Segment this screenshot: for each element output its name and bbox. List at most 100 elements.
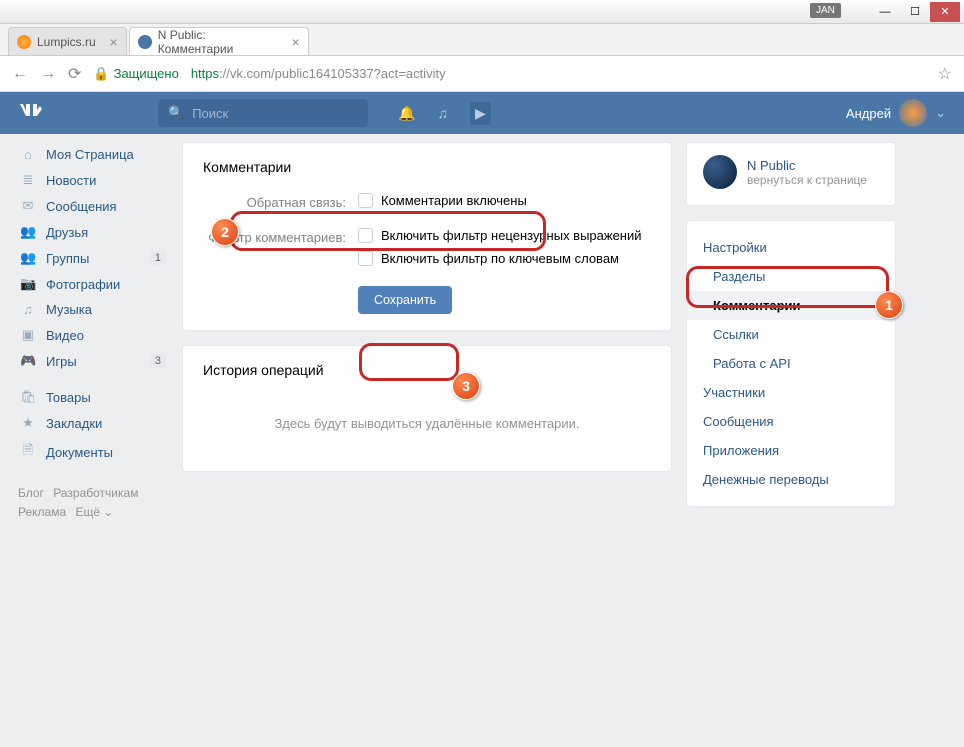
- nav-my-page[interactable]: ⌂Моя Страница: [18, 142, 168, 167]
- footer-ads[interactable]: Реклама: [18, 505, 66, 519]
- community-card: N Public вернуться к странице: [686, 142, 896, 206]
- tab-title: Lumpics.ru: [37, 35, 96, 49]
- bookmark-nav-icon: ★: [20, 415, 36, 431]
- menu-members[interactable]: Участники: [687, 378, 895, 407]
- lang-badge: JAN: [810, 3, 841, 18]
- keyword-filter-checkbox[interactable]: Включить фильтр по ключевым словам: [358, 251, 651, 266]
- menu-settings[interactable]: Настройки: [687, 233, 895, 262]
- music-icon[interactable]: ♫: [437, 105, 448, 121]
- feedback-label: Обратная связь:: [203, 193, 358, 210]
- badge: 1: [150, 251, 166, 265]
- checkbox-label: Комментарии включены: [381, 193, 527, 208]
- reload-button[interactable]: ⟳: [68, 64, 81, 84]
- card-title: Комментарии: [203, 159, 651, 175]
- window-titlebar: JAN — ☐ ✕: [0, 0, 964, 24]
- main-content: Комментарии Обратная связь: Комментарии …: [182, 142, 672, 522]
- filter-row: Фильтр комментариев: Включить фильтр нец…: [203, 228, 651, 274]
- maximize-button[interactable]: ☐: [900, 2, 930, 22]
- comments-settings-card: Комментарии Обратная связь: Комментарии …: [182, 142, 672, 331]
- home-icon: ⌂: [20, 147, 36, 162]
- back-button[interactable]: ←: [12, 65, 28, 83]
- community-sublink: вернуться к странице: [747, 173, 867, 187]
- header-icons: 🔔 ♫ ▶: [398, 102, 491, 125]
- video-icon: ▣: [20, 327, 36, 343]
- nav-news[interactable]: ≣Новости: [18, 167, 168, 193]
- save-button[interactable]: Сохранить: [358, 286, 452, 314]
- badge: 3: [150, 354, 166, 368]
- secure-label: Защищено: [114, 66, 179, 81]
- checkbox-label: Включить фильтр нецензурных выражений: [381, 228, 642, 243]
- avatar: [899, 99, 927, 127]
- bookmark-icon[interactable]: ☆: [938, 64, 952, 84]
- market-icon: 🛍: [20, 389, 36, 405]
- footer-blog[interactable]: Блог: [18, 486, 44, 500]
- chevron-down-icon: ⌄: [935, 105, 946, 121]
- browser-tab-vk[interactable]: N Public: Комментарии ×: [129, 27, 309, 55]
- menu-transfers[interactable]: Денежные переводы: [687, 465, 895, 494]
- favicon-icon: [138, 35, 152, 49]
- address-bar: ← → ⟳ 🔒 Защищено https://vk.com/public16…: [0, 56, 964, 92]
- search-placeholder: Поиск: [192, 106, 228, 121]
- play-icon[interactable]: ▶: [470, 102, 491, 125]
- comments-enabled-checkbox[interactable]: Комментарии включены: [358, 193, 651, 208]
- community-avatar: [703, 155, 737, 189]
- groups-icon: 👥: [20, 250, 36, 266]
- nav-documents[interactable]: 🗎Документы: [18, 436, 168, 468]
- filter-label: Фильтр комментариев:: [203, 228, 358, 245]
- menu-sections[interactable]: Разделы: [687, 262, 895, 291]
- tab-title: N Public: Комментарии: [158, 28, 278, 56]
- checkbox-label: Включить фильтр по ключевым словам: [381, 251, 619, 266]
- community-name: N Public: [747, 158, 867, 173]
- search-icon: 🔍: [168, 105, 184, 121]
- nav-video[interactable]: ▣Видео: [18, 322, 168, 348]
- nav-photos[interactable]: 📷Фотографии: [18, 271, 168, 297]
- news-icon: ≣: [20, 172, 36, 188]
- checkbox-icon: [358, 228, 373, 243]
- messages-icon: ✉: [20, 198, 36, 214]
- nav-market[interactable]: 🛍Товары: [18, 384, 168, 410]
- menu-links[interactable]: Ссылки: [687, 320, 895, 349]
- profanity-filter-checkbox[interactable]: Включить фильтр нецензурных выражений: [358, 228, 651, 243]
- vk-logo[interactable]: [18, 102, 158, 125]
- nav-messages[interactable]: ✉Сообщения: [18, 193, 168, 219]
- secure-indicator[interactable]: 🔒 Защищено: [93, 66, 178, 82]
- empty-state-text: Здесь будут выводиться удалённые коммент…: [203, 396, 651, 455]
- menu-apps[interactable]: Приложения: [687, 436, 895, 465]
- footer-more[interactable]: Ещё ⌄: [75, 505, 113, 519]
- user-menu[interactable]: Андрей ⌄: [846, 99, 946, 127]
- tab-bar: Lumpics.ru × N Public: Комментарии ×: [0, 24, 964, 56]
- url-display[interactable]: https://vk.com/public164105337?act=activ…: [191, 66, 446, 81]
- nav-music[interactable]: ♫Музыка: [18, 297, 168, 322]
- nav-bookmarks[interactable]: ★Закладки: [18, 410, 168, 436]
- vk-header: 🔍 Поиск 🔔 ♫ ▶ Андрей ⌄: [0, 92, 964, 134]
- games-icon: 🎮: [20, 353, 36, 369]
- minimize-button[interactable]: —: [870, 2, 900, 22]
- friends-icon: 👥: [20, 224, 36, 240]
- page-layout: ⌂Моя Страница ≣Новости ✉Сообщения 👥Друзь…: [0, 134, 964, 530]
- photos-icon: 📷: [20, 276, 36, 292]
- close-button[interactable]: ✕: [930, 2, 960, 22]
- menu-comments[interactable]: Комментарии: [687, 291, 895, 320]
- settings-menu-card: Настройки Разделы Комментарии Ссылки Раб…: [686, 220, 896, 507]
- favicon-icon: [17, 35, 31, 49]
- right-sidebar: N Public вернуться к странице Настройки …: [686, 142, 896, 522]
- documents-icon: 🗎: [20, 441, 36, 463]
- nav-friends[interactable]: 👥Друзья: [18, 219, 168, 245]
- menu-messages[interactable]: Сообщения: [687, 407, 895, 436]
- community-header[interactable]: N Public вернуться к странице: [687, 155, 895, 193]
- browser-tab-lumpics[interactable]: Lumpics.ru ×: [8, 27, 127, 55]
- nav-games[interactable]: 🎮Игры3: [18, 348, 168, 374]
- tab-close-icon[interactable]: ×: [110, 34, 118, 50]
- footer-dev[interactable]: Разработчикам: [53, 486, 138, 500]
- notifications-icon[interactable]: 🔔: [398, 105, 415, 122]
- card-title: История операций: [203, 362, 651, 378]
- forward-button[interactable]: →: [40, 65, 56, 83]
- checkbox-icon: [358, 193, 373, 208]
- checkbox-icon: [358, 251, 373, 266]
- search-input[interactable]: 🔍 Поиск: [158, 99, 368, 127]
- footer-links: Блог Разработчикам Реклама Ещё ⌄: [18, 484, 168, 522]
- music-nav-icon: ♫: [20, 302, 36, 317]
- menu-api[interactable]: Работа с API: [687, 349, 895, 378]
- tab-close-icon[interactable]: ×: [292, 34, 300, 50]
- nav-groups[interactable]: 👥Группы1: [18, 245, 168, 271]
